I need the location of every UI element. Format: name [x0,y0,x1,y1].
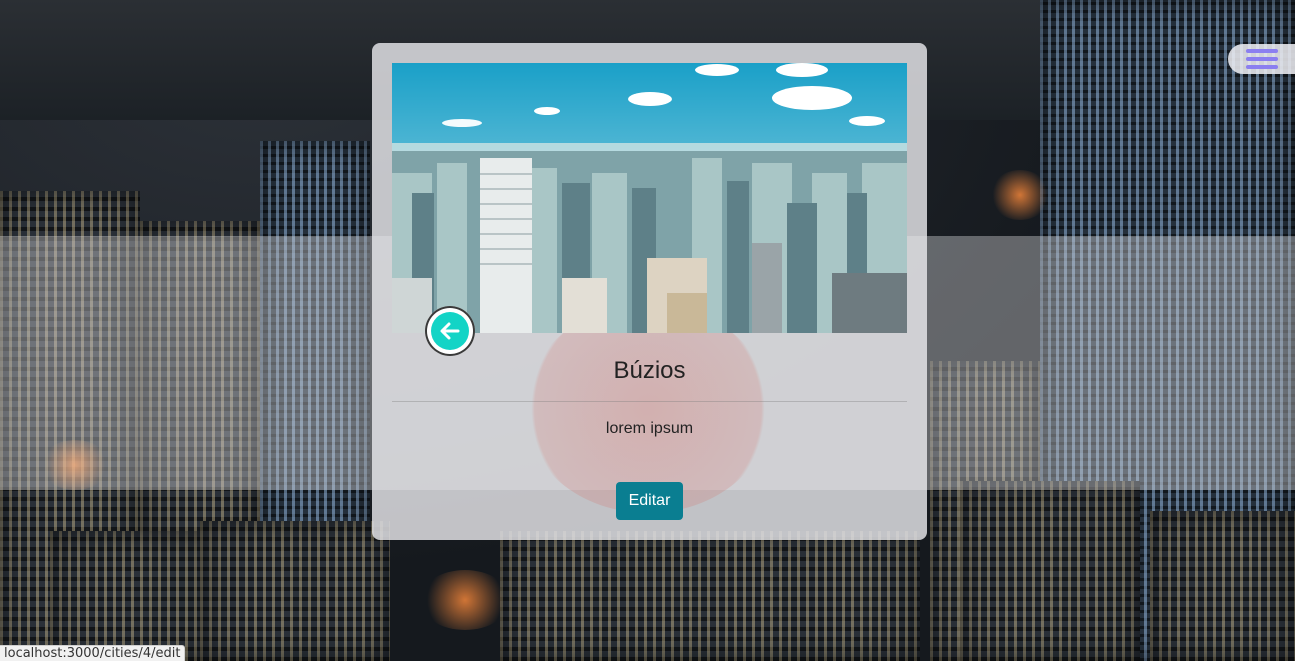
city-image [392,63,907,333]
city-description: lorem ipsum [605,420,694,437]
hamburger-menu-icon [1245,49,1278,69]
menu-button[interactable] [1228,44,1295,74]
edit-button[interactable]: Editar [616,482,683,520]
status-bar-url: localhost:3000/cities/4/edit [0,645,186,661]
divider [392,401,907,402]
arrow-left-icon [431,312,469,350]
back-button[interactable] [425,306,475,356]
city-card: Búzios lorem ipsum Editar [372,43,927,540]
city-title: Búzios [613,357,686,384]
